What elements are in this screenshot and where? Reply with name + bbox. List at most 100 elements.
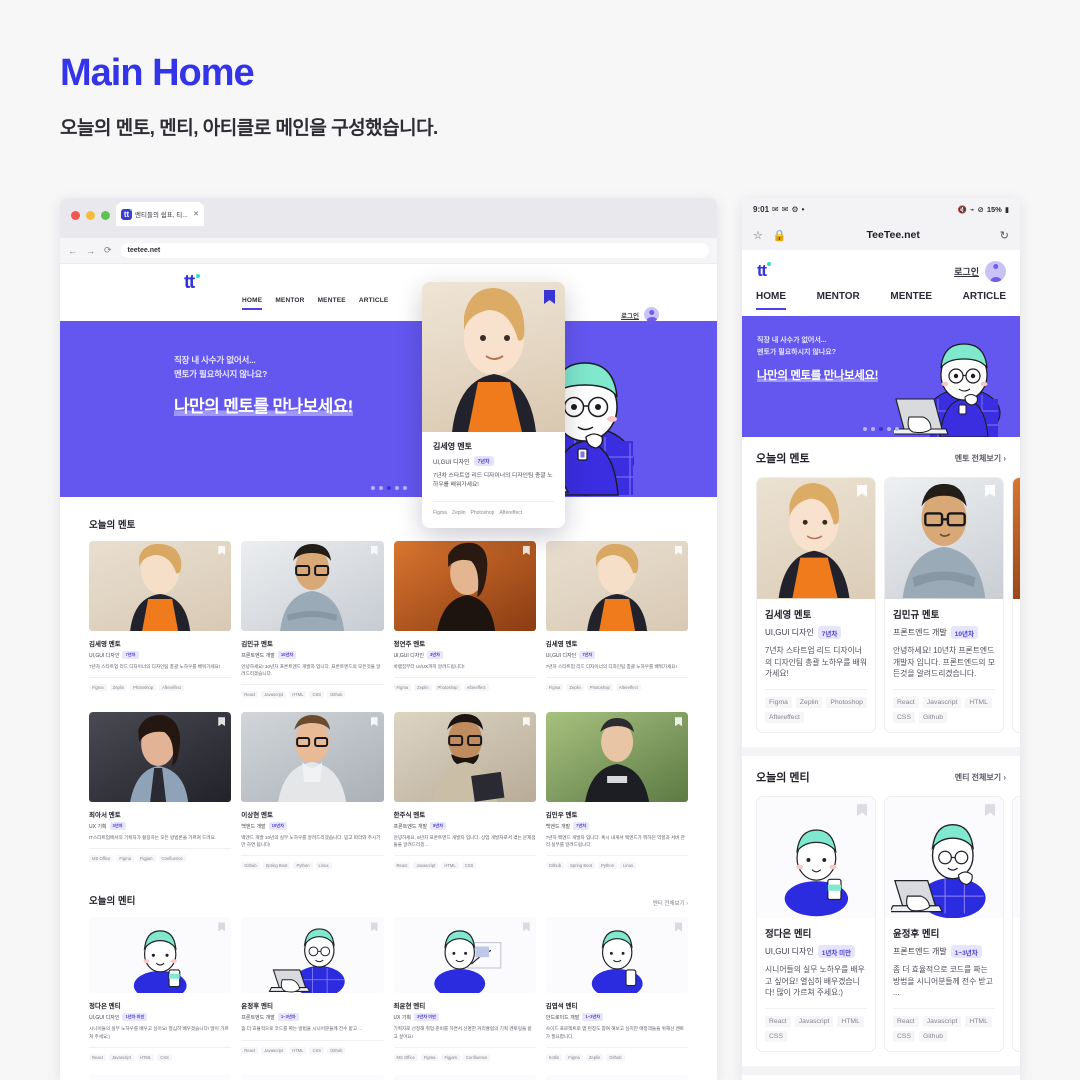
mentor-card[interactable]: 정연주 멘토 UI,GUI 디자인 [1012,477,1020,734]
mobile-mentor-carousel[interactable]: 김세영 멘토 UI,GUI 디자인 7년차 7년차 스타트업 리드 디자이너의 … [756,477,1020,734]
gear-icon: ⚙ [791,204,799,214]
mentee-view-all-link[interactable]: 멘티 전체보기 › [653,899,688,907]
bookmark-icon[interactable] [522,922,530,932]
mentee-years-badge: 1년차 미만 [122,1013,148,1022]
mobile-url-title[interactable]: TeeTee.net [797,229,990,241]
login-link[interactable]: 로그인 [621,310,639,320]
mentor-card[interactable]: 김세영 멘토 UI,GUI 디자인 7년차 7년차 스타트업 리드 디자이너의 … [89,541,232,699]
tag: Github [241,862,260,870]
browser-tab[interactable]: tt 멘티들의 쉼표, 티... ✕ [116,202,204,226]
status-time: 9:01 [753,204,770,214]
star-icon[interactable]: ☆ [753,229,763,242]
mobile-login-link[interactable]: 로그인 [954,265,979,278]
mentor-card[interactable]: 한주식 멘토 프론트엔드 개발 8년차 안녕하세요, 8년차 프론트엔드 개발자… [393,712,536,870]
carousel-dot-1[interactable] [370,486,375,490]
mentee-role: UX 기획 3년차 미만 [393,1013,536,1022]
page-subtitle: 오늘의 멘토, 멘티, 아티클로 메인을 구성했습니다. [60,118,438,139]
mentee-years-badge: 1~3년차 [582,1013,604,1022]
mobile-nav-item-article[interactable]: ARTICLE [963,291,1006,308]
mentor-card[interactable]: 김민우 멘토 백엔드 개발 7년차 7년차 백엔드 개발자 입니다. 혹시 내게… [545,712,688,870]
nav-item-home[interactable]: HOME [242,297,263,310]
nav-item-mentor[interactable]: MENTOR [275,297,304,310]
mail-icon: ✉ [772,204,779,214]
mentee-tags: React Javascript HTML CSS [89,1046,232,1061]
reload-icon[interactable]: ↻ [1000,229,1009,242]
mentee-card[interactable]: 김엽석 멘티 안드로이드 개발 1~3년차 사이드 프로젝트로 앱 런칭도 참여… [545,917,688,1061]
mentee-role-label: UX 기획 [393,1014,412,1021]
carousel-dot-2[interactable] [871,427,875,431]
tag: React [893,697,919,709]
url-input[interactable]: teetee.net [120,243,709,258]
carousel-dot-1[interactable] [863,427,867,431]
mentee-card[interactable] [241,1074,384,1080]
bookmark-icon[interactable] [675,922,682,932]
tag: CSS [893,712,915,724]
carousel-dot-4[interactable] [394,486,399,490]
back-icon[interactable]: ← [68,246,77,256]
bookmark-icon[interactable] [370,922,378,932]
mentee-card[interactable]: 최윤현 멘티 UX 기획 3년차 미만 기획자로 선정해 취업 준비를 하면서 … [393,917,536,1061]
mentor-hover-popup-card[interactable]: 김세영 멘토 UI,GUI 디자인 7년차 7년차 스타트업 리드 디자이너의 … [422,282,565,528]
mobile-mentee-carousel[interactable]: 정다은 멘티 UI,GUI 디자인 1년차 미만 시니어들의 실무 노하우를 배… [756,796,1020,1053]
mobile-mentee-view-all-link[interactable]: 멘티 전체보기 › [955,772,1006,783]
mobile-mentor-view-all-link[interactable]: 멘토 전체보기 › [955,453,1006,464]
minimize-window-dot[interactable] [86,211,95,220]
window-controls[interactable] [71,211,110,220]
mentee-card[interactable] [393,1074,536,1080]
mobile-nav-item-mentor[interactable]: MENTOR [817,291,860,308]
mentor-role: UI,GUI 디자인 7년차 [765,626,867,639]
mentor-card[interactable]: 최아서 멘토 UX 기획 3년차 IT스타트업에서의 기획자가 활용하는 모든 … [89,712,232,870]
maximize-window-dot[interactable] [101,211,110,220]
bookmark-icon[interactable] [218,922,226,932]
mentor-card[interactable]: 김민규 멘토 프론트엔드 개발 10년차 안녕하세요! 10년차 프론트엔드 개… [884,477,1004,734]
mentor-tags: Figma Zeplin Photoshop Aftereffect [393,677,536,692]
tag: React [241,691,259,699]
mentor-card[interactable]: 김세영 멘토 UI,GUI 디자인 7년차 7년차 스타트업 리드 디자이너의 … [756,477,876,734]
tab-favicon-icon: tt [121,208,132,220]
carousel-dot-5[interactable] [895,427,899,431]
hero-carousel-dots[interactable] [60,486,717,490]
close-window-dot[interactable] [71,211,80,220]
forward-icon[interactable]: → [86,246,95,256]
mentee-card[interactable] [545,1074,688,1080]
mentee-card[interactable]: 최윤현 멘티 UX 기획 [1012,796,1020,1053]
mentor-card[interactable]: 이상현 멘토 백엔드 개발 10년차 백엔드 개발 10년의 실무 노하우를 알… [241,712,384,870]
mobile-nav-item-home[interactable]: HOME [756,291,786,310]
nav-item-mentee[interactable]: MENTEE [318,297,346,310]
site-header: tt HOME MENTOR MENTEE ARTICLE 로그인 [60,264,717,322]
avatar[interactable] [985,261,1006,282]
mentee-card[interactable]: 정다은 멘티 UI,GUI 디자인 1년차 미만 시니어들의 실무 노하우를 배… [89,917,232,1061]
mentor-role: UI,GUI 디자인 7년차 [89,651,231,659]
carousel-dot-3[interactable] [386,486,391,490]
mobile-site-logo[interactable]: tt [757,261,771,281]
mentor-card[interactable]: 정연주 멘토 UI,GUI 디자인 3년차 바램집부터 UI/UX까지 알려드립… [393,541,536,699]
carousel-dot-3[interactable] [879,427,883,431]
reload-icon[interactable]: ⟳ [104,245,112,256]
carousel-dot-2[interactable] [378,486,383,490]
mobile-login-area[interactable]: 로그인 [954,261,1006,282]
mentor-desc: 7년차 스타트업 리드 디자이너의 디자인팀 총괄 노하우를 배워가세요! [545,664,677,669]
mentee-card[interactable]: 윤정후 멘티 프론트엔드 개발 1~3년차 좀 더 효율적으로 코드를 짜는 방… [241,917,384,1061]
avatar[interactable] [644,307,659,322]
carousel-dot-4[interactable] [887,427,891,431]
carousel-dot-5[interactable] [402,486,407,490]
login-area[interactable]: 로그인 [621,307,659,322]
mentor-role: 프론트엔드 개발 10년차 [893,626,995,639]
tag: Aftereffect [463,684,489,692]
tag: Photoshop [130,684,157,692]
mentor-card[interactable]: 김민규 멘토 프론트엔드 개발 10년차 안녕하세요! 10년차 프론트엔드 개… [241,541,384,699]
close-tab-icon[interactable]: ✕ [193,210,199,218]
mentee-card[interactable]: 정다은 멘티 UI,GUI 디자인 1년차 미만 시니어들의 실무 노하우를 배… [756,796,876,1053]
mentee-illustration [89,917,232,994]
mentee-card[interactable]: 윤정후 멘티 프론트엔드 개발 1~3년차 좀 더 효율적으로 코드를 짜는 방… [884,796,1004,1053]
nav-item-article[interactable]: ARTICLE [359,297,389,310]
mentor-card[interactable]: 김세영 멘토 UI,GUI 디자인 7년차 7년차 스타트업 리드 디자이너의 … [545,541,688,699]
mentee-desc: 기획자로 선정해 취업 준비를 하면서 선명한 커리큘럼의 기획 멘토링을 받고… [393,1026,532,1039]
mobile-carousel-dots[interactable] [742,427,1020,431]
mentor-desc: 안녕하세요! 10년차 프론트엔드 개발자 입니다. 프론트엔드의 모든것을 알… [241,664,381,677]
tag: HTML [136,1053,155,1061]
site-logo[interactable]: tt [184,272,200,294]
mentor-name: 한주식 멘토 [393,812,426,820]
mobile-nav-item-mentee[interactable]: MENTEE [890,291,932,308]
mentee-card[interactable] [89,1074,232,1080]
